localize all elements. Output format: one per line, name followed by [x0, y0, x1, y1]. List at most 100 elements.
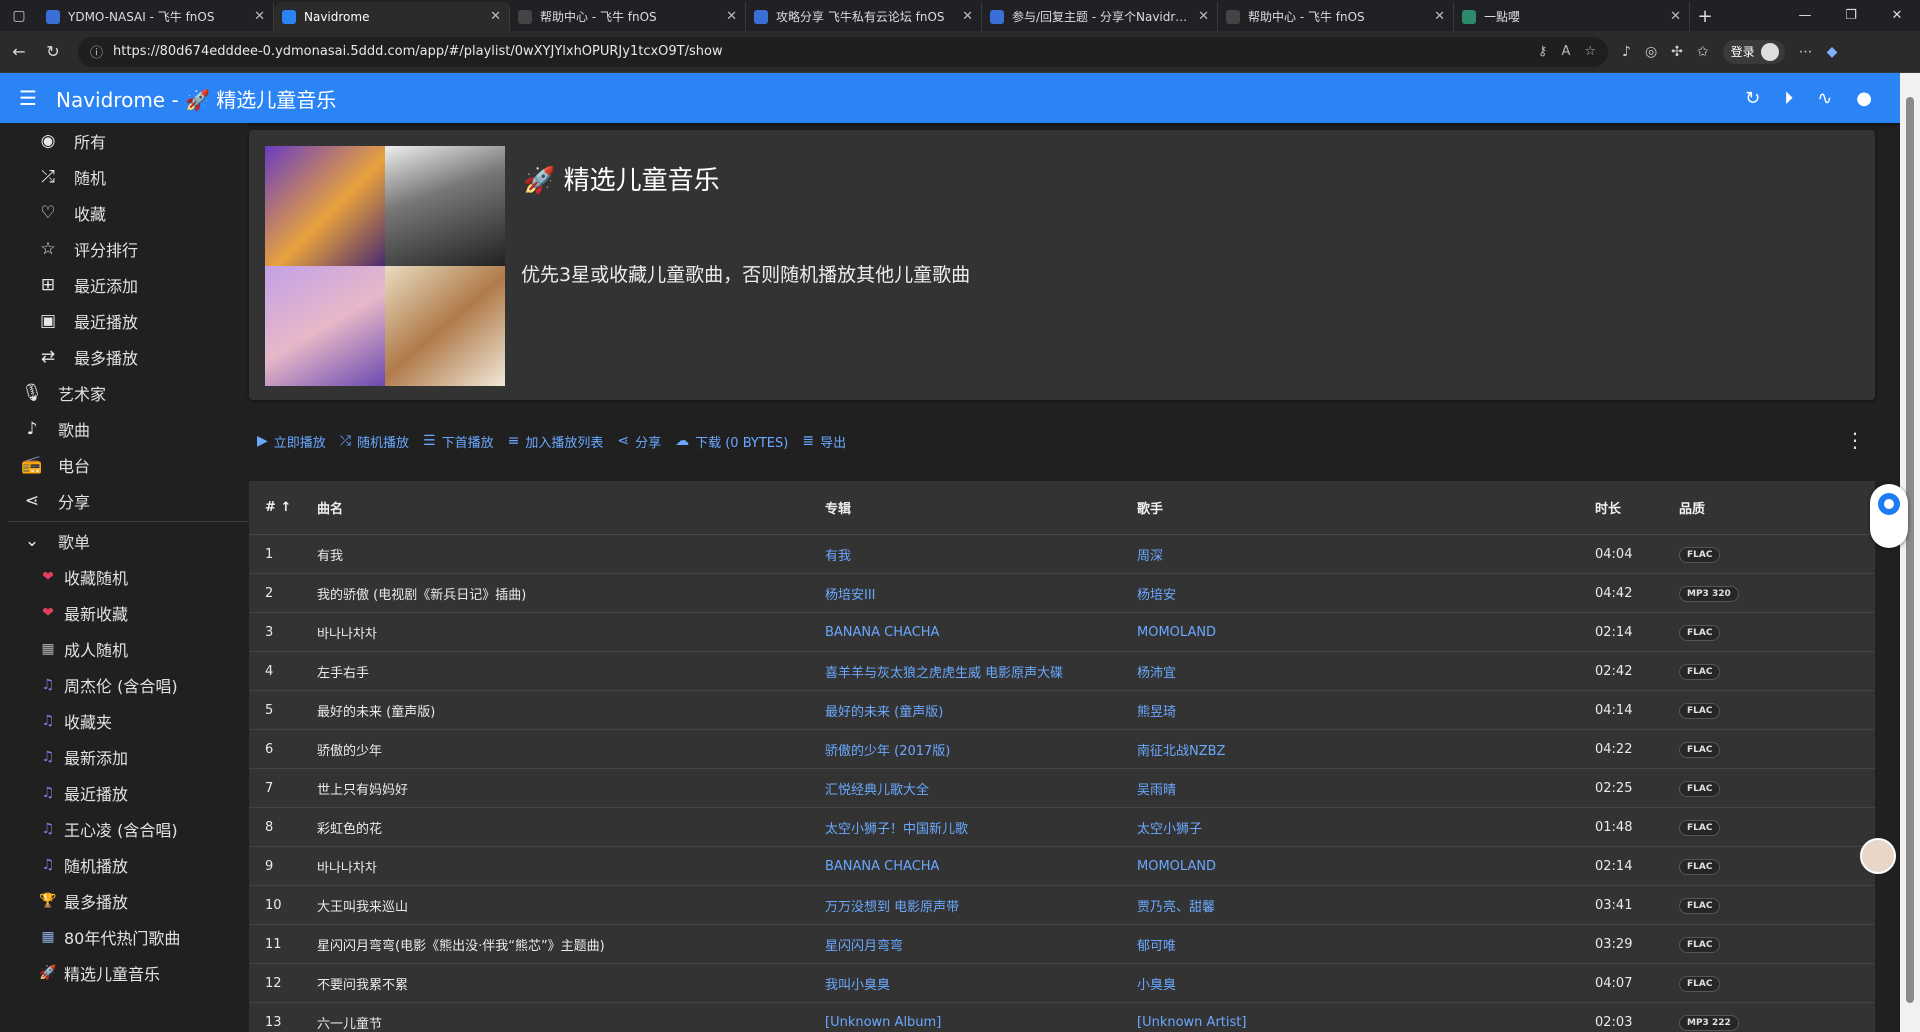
- table-row[interactable]: 5 最好的未来 (童声版) 最好的未来 (童声版) 熊昱琦 04:14 FLAC: [249, 691, 1875, 730]
- sidebar-playlist-item[interactable]: ♫ 最近播放: [0, 775, 248, 811]
- track-artist-link[interactable]: 太空小狮子: [1137, 818, 1595, 837]
- restore-icon[interactable]: ❐: [1828, 0, 1874, 31]
- sidebar-item-star[interactable]: ☆ 评分排行: [0, 231, 248, 267]
- track-album-link[interactable]: 杨培安III: [825, 584, 1137, 603]
- floating-avatar[interactable]: [1860, 838, 1896, 874]
- tiktok-extension-icon[interactable]: ♪: [1622, 44, 1631, 60]
- sidebar-item-album[interactable]: ◉ 所有: [0, 123, 248, 159]
- sidebar-item-repeat[interactable]: ⇄ 最多播放: [0, 339, 248, 375]
- tab-close-icon[interactable]: ✕: [254, 9, 265, 24]
- track-album-link[interactable]: 太空小狮子！中国新儿歌: [825, 818, 1137, 837]
- url-field[interactable]: ⓘ https://80d674edddee-0.ydmonasai.5ddd.…: [78, 36, 1608, 67]
- action-play[interactable]: ▶ 立即播放: [257, 432, 326, 451]
- sidebar-item-radio[interactable]: 📻 电台: [0, 447, 248, 483]
- sidebar-playlist-item[interactable]: ♫ 收藏夹: [0, 703, 248, 739]
- extension-icon[interactable]: ◎: [1645, 44, 1657, 60]
- sidebar-item-share[interactable]: ⋖ 分享: [0, 483, 248, 519]
- favorites-icon[interactable]: ✩: [1697, 44, 1709, 60]
- copilot-icon[interactable]: ◆: [1827, 44, 1838, 60]
- table-row[interactable]: 12 不要问我累不累 我叫小臭臭 小臭臭 04:07 FLAC: [249, 964, 1875, 1003]
- hamburger-menu-icon[interactable]: ☰: [0, 86, 56, 110]
- browser-tab[interactable]: Navidrome ✕: [274, 2, 510, 31]
- action-cloud-download[interactable]: ☁ 下载 (0 BYTES): [675, 432, 788, 451]
- sidebar-playlist-item[interactable]: 🏆 最多播放: [0, 883, 248, 919]
- header-artist[interactable]: 歌手: [1137, 498, 1595, 517]
- header-duration[interactable]: 时长: [1595, 498, 1679, 517]
- page-scrollbar[interactable]: [1900, 73, 1920, 1032]
- sidebar-playlist-item[interactable]: ♫ 周杰伦 (含合唱): [0, 667, 248, 703]
- scrollbar-thumb[interactable]: [1906, 97, 1914, 1003]
- more-menu-icon[interactable]: ⋯: [1799, 44, 1813, 60]
- sidebar-item-heart[interactable]: ♡ 收藏: [0, 195, 248, 231]
- favorite-star-icon[interactable]: ☆: [1584, 44, 1596, 59]
- site-info-icon[interactable]: ⓘ: [90, 42, 103, 61]
- browser-tab[interactable]: YDMO-NASAI - 飞牛 fnOS ✕: [38, 2, 274, 31]
- sidebar-playlist-item[interactable]: ▦ 80年代热门歌曲: [0, 919, 248, 955]
- table-row[interactable]: 4 左手右手 喜羊羊与灰太狼之虎虎生威 电影原声大碟 杨沛宜 02:42 FLAC: [249, 652, 1875, 691]
- tab-close-icon[interactable]: ✕: [962, 9, 973, 24]
- table-row[interactable]: 3 바나나차차 BANANA CHACHA MOMOLAND 02:14 FLAC: [249, 613, 1875, 652]
- sidebar-playlist-item[interactable]: 🚀 精选儿童音乐: [0, 955, 248, 991]
- track-artist-link[interactable]: 杨培安: [1137, 584, 1595, 603]
- header-title[interactable]: 曲名: [317, 498, 825, 517]
- browser-tab[interactable]: 一點嚶 ✕: [1454, 2, 1690, 31]
- track-artist-link[interactable]: 熊昱琦: [1137, 701, 1595, 720]
- action-export[interactable]: ≣ 导出: [802, 432, 846, 451]
- track-artist-link[interactable]: MOMOLAND: [1137, 625, 1595, 640]
- sidebar-playlist-item[interactable]: ❤ 收藏随机: [0, 559, 248, 595]
- sidebar-playlist-item[interactable]: ❤ 最新收藏: [0, 595, 248, 631]
- tab-close-icon[interactable]: ✕: [1434, 9, 1445, 24]
- track-album-link[interactable]: 汇悦经典儿歌大全: [825, 779, 1137, 798]
- track-artist-link[interactable]: [Unknown Artist]: [1137, 1015, 1595, 1030]
- sidebar-item-video-library[interactable]: ▣ 最近播放: [0, 303, 248, 339]
- back-icon[interactable]: ←: [4, 37, 34, 67]
- sidebar-playlist-item[interactable]: ▦ 成人随机: [0, 631, 248, 667]
- sidebar-item-mic[interactable]: 🎙 艺术家: [0, 375, 248, 411]
- refresh-icon[interactable]: ↻: [1745, 88, 1760, 109]
- header-number[interactable]: # ↑: [249, 500, 317, 515]
- track-artist-link[interactable]: 小臭臭: [1137, 974, 1595, 993]
- track-artist-link[interactable]: MOMOLAND: [1137, 859, 1595, 874]
- close-window-icon[interactable]: ✕: [1874, 0, 1920, 31]
- sidebar-playlist-item[interactable]: ♫ 最新添加: [0, 739, 248, 775]
- track-album-link[interactable]: BANANA CHACHA: [825, 625, 1137, 640]
- track-album-link[interactable]: 最好的未来 (童声版): [825, 701, 1137, 720]
- track-artist-link[interactable]: 吴雨晴: [1137, 779, 1595, 798]
- minimize-icon[interactable]: —: [1782, 0, 1828, 31]
- extensions-puzzle-icon[interactable]: ✣: [1671, 44, 1683, 60]
- profile-login-button[interactable]: 登录: [1722, 39, 1785, 64]
- browser-tab[interactable]: 攻略分享 飞牛私有云论坛 fnOS ✕: [746, 2, 982, 31]
- track-album-link[interactable]: 喜羊羊与灰太狼之虎虎生威 电影原声大碟: [825, 662, 1137, 681]
- action-share[interactable]: ⋖ 分享: [617, 432, 661, 451]
- track-artist-link[interactable]: 郁可唯: [1137, 935, 1595, 954]
- header-quality[interactable]: 品质: [1679, 498, 1829, 517]
- track-album-link[interactable]: BANANA CHACHA: [825, 859, 1137, 874]
- sidebar-item-music-note[interactable]: ♪ 歌曲: [0, 411, 248, 447]
- read-aloud-icon[interactable]: A: [1561, 44, 1570, 59]
- table-row[interactable]: 1 有我 有我 周深 04:04 FLAC: [249, 535, 1875, 574]
- action-shuffle[interactable]: ⤮ 随机播放: [340, 432, 409, 451]
- track-album-link[interactable]: [Unknown Album]: [825, 1015, 1137, 1030]
- account-icon[interactable]: ●: [1856, 88, 1872, 109]
- action-play-next[interactable]: ☰ 下首播放: [423, 432, 494, 451]
- sidebar-playlists-header[interactable]: ⌄ 歌单: [0, 523, 248, 559]
- table-row[interactable]: 7 世上只有妈妈好 汇悦经典儿歌大全 吴雨晴 02:25 FLAC: [249, 769, 1875, 808]
- track-album-link[interactable]: 万万没想到 电影原声带: [825, 896, 1137, 915]
- track-album-link[interactable]: 星闪闪月弯弯: [825, 935, 1137, 954]
- sidebar-playlist-item[interactable]: ♫ 王心凌 (含合唱): [0, 811, 248, 847]
- tab-close-icon[interactable]: ✕: [1670, 9, 1681, 24]
- browser-tab[interactable]: 帮助中心 - 飞牛 fnOS ✕: [510, 2, 746, 31]
- track-artist-link[interactable]: 周深: [1137, 545, 1595, 564]
- tab-close-icon[interactable]: ✕: [1198, 9, 1209, 24]
- tab-close-icon[interactable]: ✕: [726, 9, 737, 24]
- play-circle-icon[interactable]: ⏵: [1784, 88, 1793, 109]
- table-row[interactable]: 10 大王叫我来巡山 万万没想到 电影原声带 贾乃亮、甜馨 03:41 FLAC: [249, 886, 1875, 925]
- table-row[interactable]: 2 我的骄傲 (电视剧《新兵日记》插曲) 杨培安III 杨培安 04:42 MP3 320: [249, 574, 1875, 613]
- track-album-link[interactable]: 骄傲的少年 (2017版): [825, 740, 1137, 759]
- track-artist-link[interactable]: 贾乃亮、甜馨: [1137, 896, 1595, 915]
- table-row[interactable]: 9 바나나차차 BANANA CHACHA MOMOLAND 02:14 FLAC: [249, 847, 1875, 886]
- more-options-icon[interactable]: ⋮: [1845, 428, 1865, 452]
- table-row[interactable]: 13 六一儿童节 [Unknown Album] [Unknown Artist] 02…: [249, 1003, 1875, 1032]
- sidebar-playlist-item[interactable]: ♫ 随机播放: [0, 847, 248, 883]
- track-album-link[interactable]: 我叫小臭臭: [825, 974, 1137, 993]
